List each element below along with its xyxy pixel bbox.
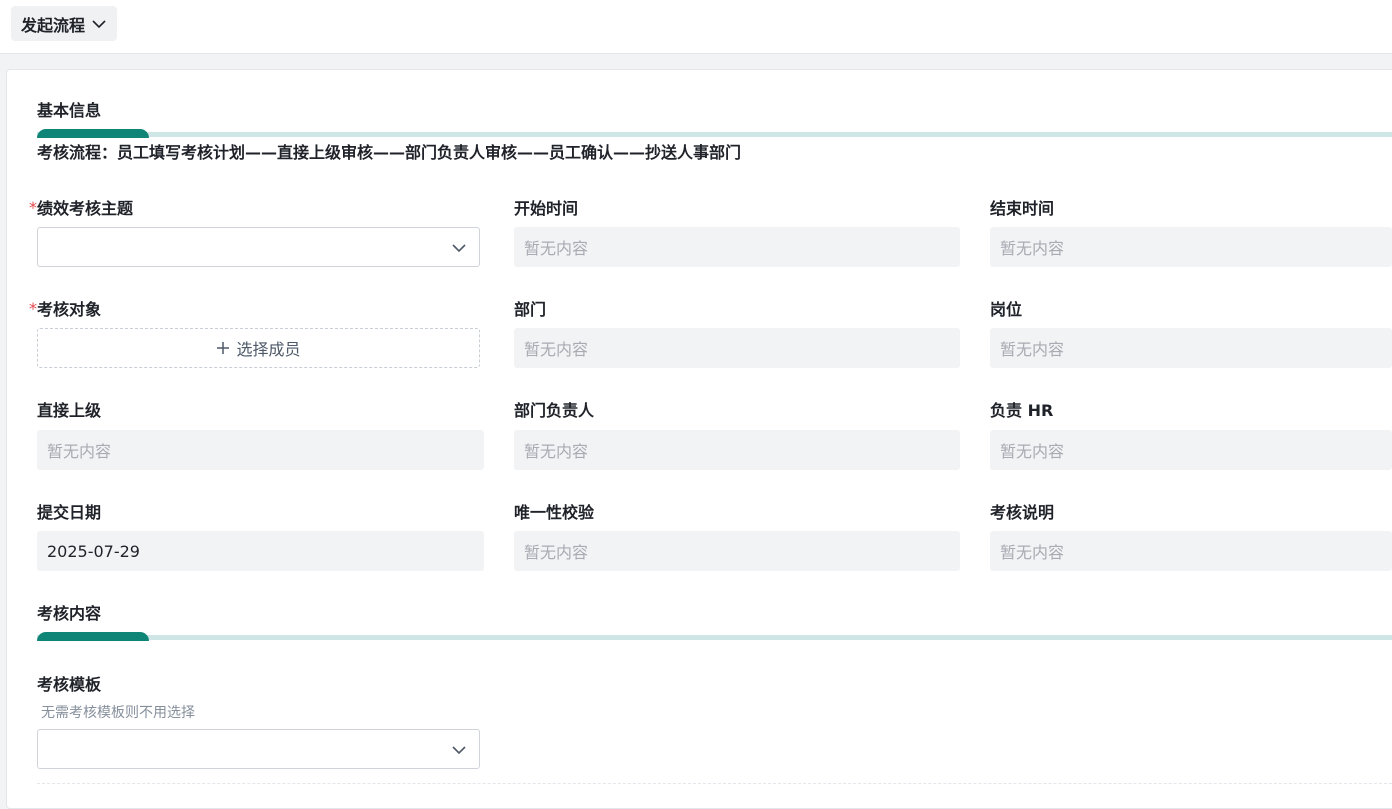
- required-mark: *: [29, 299, 37, 318]
- select-member-label: 选择成员: [236, 340, 301, 359]
- start-flow-label: 发起流程: [21, 15, 86, 35]
- chevron-down-icon: [92, 19, 106, 28]
- chevron-down-icon: [452, 746, 466, 755]
- required-mark: *: [29, 198, 37, 217]
- description-field: 暂无内容: [990, 531, 1392, 571]
- end-time-field: 暂无内容: [990, 227, 1392, 267]
- field-label-dept-head: 部门负责人: [514, 401, 595, 420]
- section-divider: [37, 129, 1392, 138]
- section-title-basic-info: 基本信息: [37, 101, 102, 120]
- direct-superior-field: 暂无内容: [37, 430, 484, 470]
- select-member-button[interactable]: 选择成员: [37, 328, 480, 368]
- section-title-assessment-content: 考核内容: [37, 604, 102, 623]
- field-label-uniqueness: 唯一性校验: [514, 503, 595, 522]
- theme-select[interactable]: [37, 227, 480, 267]
- field-label-end-time: 结束时间: [990, 199, 1055, 218]
- template-select[interactable]: [37, 729, 480, 769]
- field-label-target: * 考核对象: [29, 299, 102, 319]
- field-label-position: 岗位: [990, 300, 1023, 319]
- top-bar: 发起流程: [0, 0, 1392, 54]
- field-label-department: 部门: [514, 300, 547, 319]
- divider: [37, 783, 1392, 784]
- start-flow-button[interactable]: 发起流程: [11, 6, 118, 41]
- template-hint: 无需考核模板则不用选择: [41, 705, 195, 721]
- field-label-direct-superior: 直接上级: [37, 401, 102, 420]
- dept-head-field: 暂无内容: [514, 430, 960, 470]
- submit-date-field: 2025-07-29: [37, 531, 484, 571]
- hr-field: 暂无内容: [990, 430, 1392, 470]
- uniqueness-field: 暂无内容: [514, 531, 960, 571]
- start-time-field: 暂无内容: [514, 227, 960, 267]
- flow-description: 考核流程：员工填写考核计划——直接上级审核——部门负责人审核——员工确认——抄送…: [37, 143, 742, 162]
- field-label-theme: * 绩效考核主题: [29, 198, 134, 218]
- position-field: 暂无内容: [990, 328, 1392, 368]
- field-label-hr: 负责 HR: [990, 401, 1054, 420]
- chevron-down-icon: [452, 244, 466, 253]
- field-label-description: 考核说明: [990, 503, 1055, 522]
- section-divider: [37, 632, 1392, 641]
- plus-icon: [217, 342, 230, 354]
- field-label-start-time: 开始时间: [514, 199, 579, 218]
- department-field: 暂无内容: [514, 328, 960, 368]
- field-label-submit-date: 提交日期: [37, 503, 102, 522]
- field-label-template: 考核模板: [37, 675, 102, 694]
